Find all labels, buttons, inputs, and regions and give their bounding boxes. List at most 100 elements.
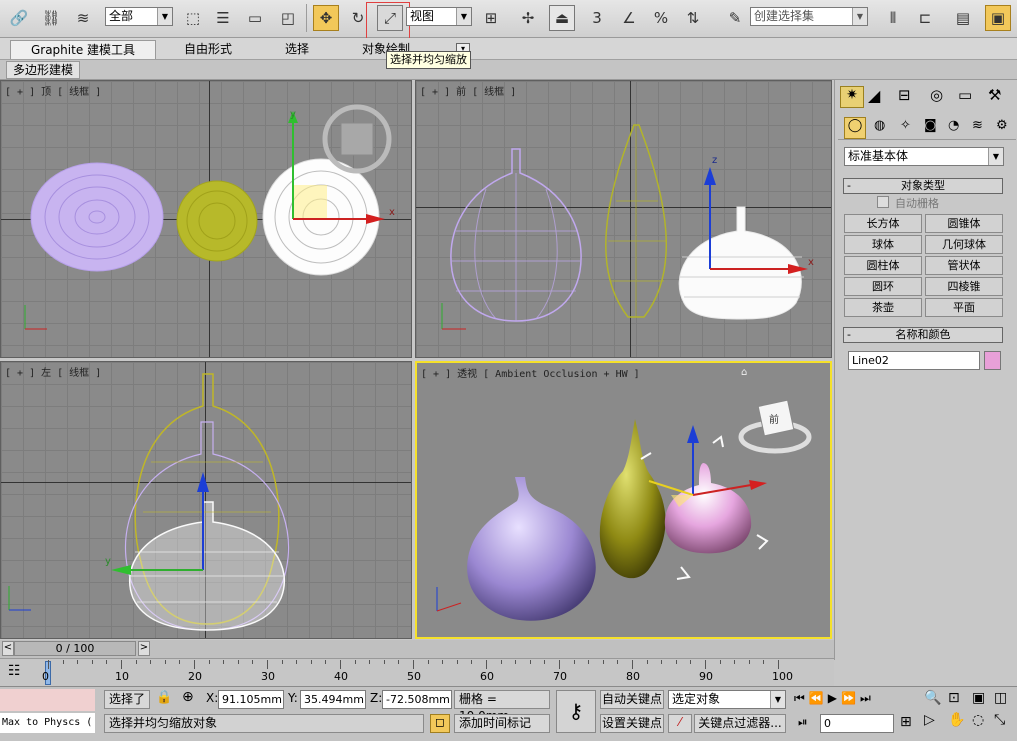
create-tab-icon[interactable]: ✷ xyxy=(840,86,864,108)
reference-coordinate-dropdown[interactable]: 视图 ▼ xyxy=(406,7,472,26)
time-tag-icon[interactable]: ◻ xyxy=(430,714,450,733)
align-icon[interactable]: ⊏ xyxy=(912,5,938,31)
zoom-all-icon[interactable]: ⊡ xyxy=(948,690,960,706)
viewport-top[interactable]: [ + ] 顶 [ 线框 ] y x xyxy=(0,80,412,358)
layer-manager-icon[interactable]: ▤ xyxy=(950,5,976,31)
rollout-name-and-color[interactable]: - 名称和颜色 xyxy=(843,327,1003,343)
torus-button[interactable]: 圆环 xyxy=(844,277,922,296)
select-and-move-icon[interactable]: ✥ xyxy=(313,5,339,31)
curve-editor-icon[interactable]: ☷ xyxy=(8,663,21,679)
display-tab-icon[interactable]: ▭ xyxy=(958,86,972,104)
viewport-left[interactable]: [ + ] 左 [ 线框 ] y xyxy=(0,361,412,639)
utilities-tab-icon[interactable]: ⚒ xyxy=(988,86,1001,104)
select-object-icon[interactable]: ⬚ xyxy=(180,5,206,31)
viewport-front[interactable]: [ + ] 前 [ 线框 ] z x xyxy=(415,80,832,358)
tab-polygon-modeling[interactable]: 多边形建模 xyxy=(6,61,81,79)
tab-graphite[interactable]: Graphite 建模工具 xyxy=(10,40,156,59)
orbit-icon[interactable]: ◌ xyxy=(972,712,984,728)
chevron-left-icon[interactable]: < xyxy=(2,641,14,656)
tube-button[interactable]: 管状体 xyxy=(925,256,1003,275)
autogrid-checkbox[interactable] xyxy=(877,196,889,208)
maxscript-listener[interactable] xyxy=(0,689,95,711)
sphere-button[interactable]: 球体 xyxy=(844,235,922,254)
object-name-field[interactable]: Line02 xyxy=(848,351,980,370)
maximize-viewport-icon[interactable]: ⤡ xyxy=(994,712,1005,728)
unlink-icon[interactable]: ⛓ xyxy=(38,5,64,31)
category-dropdown[interactable]: 标准基本体 ▼ xyxy=(844,147,1004,166)
track-bar[interactable]: ☷ 0 10 20 30 40 50 60 70 80 90 100 xyxy=(0,658,834,686)
pyramid-button[interactable]: 四棱锥 xyxy=(925,277,1003,296)
set-key-icon[interactable]: ⚷ xyxy=(556,690,596,733)
go-to-end-icon[interactable]: ⏭ xyxy=(860,691,875,705)
snaps-toggle-icon[interactable]: 3 xyxy=(584,5,610,31)
chevron-right-icon[interactable]: > xyxy=(138,641,150,656)
rectangular-selection-icon[interactable]: ▭ xyxy=(242,5,268,31)
cone-button[interactable]: 圆锥体 xyxy=(925,214,1003,233)
keyboard-shortcut-override-icon[interactable]: ⏏ xyxy=(549,5,575,31)
viewcube-face[interactable]: 前 xyxy=(769,411,779,426)
key-filters-button[interactable]: 关键点过滤器... xyxy=(694,714,786,733)
maxscript-input[interactable]: Max to Physcs ( xyxy=(0,713,95,733)
zoom-extents-icon[interactable]: ▣ xyxy=(972,690,985,706)
key-mode-toggle-icon[interactable]: ⏯ xyxy=(798,715,808,730)
previous-frame-icon[interactable]: ⏪ xyxy=(809,691,828,705)
shapes-icon[interactable]: ◍ xyxy=(874,118,885,133)
selection-filter-dropdown[interactable]: 全部 ▼ xyxy=(105,7,173,26)
lights-icon[interactable]: ✧ xyxy=(900,118,911,133)
time-configuration-icon[interactable]: ⊞ xyxy=(900,714,912,730)
tab-selection[interactable]: 选择 xyxy=(262,40,332,59)
select-and-link-icon[interactable]: 🔗 xyxy=(6,5,32,31)
next-frame-icon[interactable]: ⏩ xyxy=(841,691,860,705)
box-button[interactable]: 长方体 xyxy=(844,214,922,233)
geosphere-button[interactable]: 几何球体 xyxy=(925,235,1003,254)
current-frame-field[interactable]: 0 xyxy=(820,714,894,733)
systems-icon[interactable]: ⚙ xyxy=(996,118,1008,133)
field-of-view-icon[interactable]: ▷ xyxy=(924,712,935,728)
key-mode-dropdown[interactable]: 选定对象 ▼ xyxy=(668,690,786,709)
absolute-mode-icon[interactable]: ⊕ xyxy=(182,689,194,705)
cameras-icon[interactable]: ◙ xyxy=(924,118,937,133)
motion-tab-icon[interactable]: ◎ xyxy=(930,86,943,104)
scene-explorer-icon[interactable]: ▣ xyxy=(985,5,1011,31)
select-by-name-icon[interactable]: ☰ xyxy=(210,5,236,31)
window-crossing-icon[interactable]: ◰ xyxy=(275,5,301,31)
timeline-tick-label: 40 xyxy=(334,670,348,683)
y-coordinate-field[interactable]: 35.494mm xyxy=(300,690,366,709)
edit-named-selection-icon[interactable]: ✎ xyxy=(722,5,748,31)
play-icon[interactable]: ▶ xyxy=(828,691,841,705)
cylinder-button[interactable]: 圆柱体 xyxy=(844,256,922,275)
time-slider[interactable]: < 0 / 100 > xyxy=(0,640,834,658)
spinner-snap-icon[interactable]: ⇅ xyxy=(680,5,706,31)
pivot-center-icon[interactable]: ⊞ xyxy=(478,5,504,31)
frame-display[interactable]: 0 / 100 xyxy=(14,641,136,656)
plane-button[interactable]: 平面 xyxy=(925,298,1003,317)
tab-freeform[interactable]: 自由形式 xyxy=(168,40,248,59)
viewport-perspective[interactable]: [ + ] 透视 [ Ambient Occlusion + HW ] ⌂ 前 xyxy=(415,361,832,639)
timeline-tick xyxy=(442,660,444,664)
default-tangent-icon[interactable]: ⁄ xyxy=(668,714,692,733)
zoom-extents-all-icon[interactable]: ◫ xyxy=(994,690,1007,706)
object-color-swatch[interactable] xyxy=(984,351,1001,370)
helpers-icon[interactable]: ◔ xyxy=(948,118,959,133)
rollout-object-type[interactable]: - 对象类型 xyxy=(843,178,1003,194)
zoom-icon[interactable]: 🔍 xyxy=(924,690,941,706)
angle-snap-icon[interactable]: ∠ xyxy=(616,5,642,31)
z-coordinate-field[interactable]: -72.508mm xyxy=(382,690,452,709)
set-key-button[interactable]: 设置关键点 xyxy=(600,714,664,733)
named-selection-set-dropdown[interactable]: 创建选择集 ▼ xyxy=(750,7,868,26)
hierarchy-tab-icon[interactable]: ⊟ xyxy=(898,86,911,104)
mirror-icon[interactable]: ⫴ xyxy=(880,5,906,31)
pan-icon[interactable]: ✋ xyxy=(948,712,965,728)
space-warps-icon[interactable]: ≋ xyxy=(972,118,983,133)
percent-snap-icon[interactable]: % xyxy=(648,5,674,31)
auto-key-button[interactable]: 自动关键点 xyxy=(600,690,664,709)
geometry-icon[interactable]: ◯ xyxy=(844,117,866,139)
bind-space-warp-icon[interactable]: ≋ xyxy=(70,5,96,31)
modify-tab-icon[interactable]: ◢ xyxy=(868,86,880,105)
teapot-button[interactable]: 茶壶 xyxy=(844,298,922,317)
manipulate-icon[interactable]: ✢ xyxy=(515,5,541,31)
add-time-tag-button[interactable]: 添加时间标记 xyxy=(454,714,550,733)
go-to-start-icon[interactable]: ⏮ xyxy=(794,691,809,705)
x-coordinate-field[interactable]: 91.105mm xyxy=(218,690,284,709)
lock-icon[interactable]: 🔒 xyxy=(156,690,172,705)
